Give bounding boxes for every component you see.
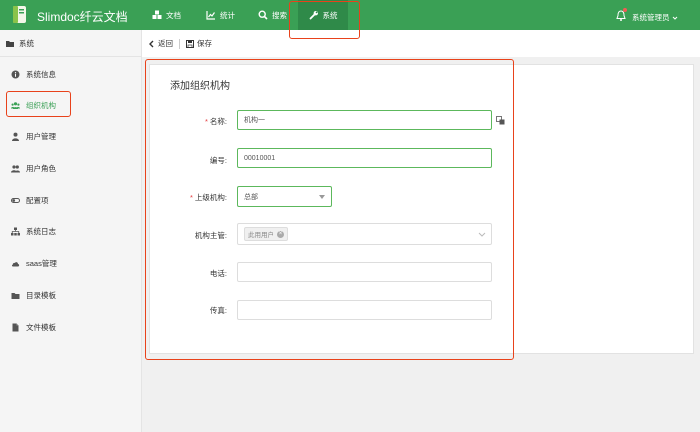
brand-name[interactable]: Slimdoc纤云文档 <box>37 8 128 25</box>
info-circle-icon <box>11 70 20 78</box>
user-icon <box>12 132 19 141</box>
chevron-down-icon <box>478 232 486 237</box>
nav-search-label: 搜索 <box>272 10 287 20</box>
sidebar-item-label: 配置项 <box>26 195 49 205</box>
sidebar-item-label: 用户管理 <box>26 131 56 141</box>
fax-label: 传真: <box>209 306 227 315</box>
parent-label: * 上级机构: <box>189 193 227 202</box>
user-menu[interactable]: 系统管理员 <box>632 12 678 23</box>
wrench-icon <box>309 11 318 20</box>
sidebar-item-system-log[interactable]: 系统日志 <box>11 224 56 238</box>
folder-icon <box>6 40 14 47</box>
nav-search[interactable]: 搜索 <box>258 0 287 30</box>
parent-org-select[interactable]: 总部 <box>237 186 332 207</box>
required-mark: * <box>204 117 208 126</box>
back-label: 返回 <box>158 39 173 48</box>
sidebar-item-config[interactable]: 配置项 <box>11 193 49 207</box>
toolbar-divider <box>179 38 180 49</box>
nav-system-label: 系统 <box>322 10 338 20</box>
sitemap-icon <box>11 227 20 235</box>
chevron-down-icon <box>672 16 677 20</box>
code-field[interactable]: 00010001 <box>237 148 492 168</box>
toggle-icon <box>11 197 20 203</box>
top-navbar: Slimdoc纤云文档 文档 统计 搜索 系统 系统管理员 <box>0 0 700 30</box>
code-label: 编号: <box>209 156 227 165</box>
sidebar-item-label: 用户角色 <box>26 163 56 173</box>
sidebar-item-system-info[interactable]: 系统信息 <box>11 67 56 81</box>
sidebar-item-saas[interactable]: saas管理 <box>11 256 57 270</box>
phone-field[interactable] <box>237 262 492 282</box>
back-button[interactable]: 返回 <box>148 38 173 49</box>
manager-select[interactable]: 此用用户 × <box>237 223 492 245</box>
name-label: * 名称: <box>204 117 227 126</box>
save-label: 保存 <box>197 39 212 48</box>
file-icon <box>12 323 19 331</box>
save-button[interactable]: 保存 <box>186 38 212 49</box>
sidebar-item-user-roles[interactable]: 用户角色 <box>11 161 56 175</box>
toolbar: 返回 保存 <box>142 30 700 57</box>
selected-user-tag: 此用用户 × <box>244 227 288 241</box>
sidebar-item-file-template[interactable]: 文件模板 <box>11 320 56 334</box>
form-title: 添加组织机构 <box>170 81 230 92</box>
manager-label: 机构主管: <box>194 231 227 240</box>
users-icon <box>11 101 20 109</box>
sidebar-item-label: 系统日志 <box>26 226 56 236</box>
user-name: 系统管理员 <box>632 13 670 22</box>
logo-icon <box>13 6 26 23</box>
sidebar-item-label: 系统信息 <box>26 69 56 79</box>
sidebar-item-label: saas管理 <box>26 258 57 268</box>
nav-docs[interactable]: 文档 <box>152 0 181 30</box>
folder-icon <box>11 292 20 299</box>
sidebar-item-user-management[interactable]: 用户管理 <box>11 129 56 143</box>
chart-line-icon <box>206 11 215 20</box>
sidebar-item-label: 目录模板 <box>26 290 56 300</box>
sidebar-title: 系统 <box>19 38 34 48</box>
sidebar-item-label: 组织机构 <box>26 100 56 110</box>
save-icon <box>186 39 194 48</box>
name-field[interactable]: 机构一 <box>237 110 492 130</box>
nav-stats[interactable]: 统计 <box>206 0 235 30</box>
notification-dot <box>623 8 627 12</box>
nav-stats-label: 统计 <box>220 10 235 20</box>
phone-label: 电话: <box>209 269 227 278</box>
nav-system[interactable]: 系统 <box>298 0 348 30</box>
cloud-icon <box>11 261 20 266</box>
sidebar-item-directory-template[interactable]: 目录模板 <box>11 288 56 302</box>
nav-docs-label: 文档 <box>166 10 181 20</box>
cubes-icon <box>152 10 162 19</box>
sidebar-item-organization[interactable]: 组织机构 <box>11 98 56 112</box>
sidebar: 系统 系统信息 组织机构 用户管理 用户角色 配置项 系统日志 saas管理 目… <box>0 30 142 432</box>
user-group-icon <box>11 164 20 172</box>
sidebar-item-label: 文件模板 <box>26 322 56 332</box>
search-icon <box>258 10 268 20</box>
fax-field[interactable] <box>237 300 492 320</box>
required-mark: * <box>189 193 193 202</box>
translate-icon[interactable] <box>496 116 505 125</box>
remove-tag-icon[interactable]: × <box>277 230 284 238</box>
sidebar-header: 系统 <box>0 30 142 57</box>
chevron-left-icon <box>149 40 154 47</box>
caret-down-icon <box>319 195 325 199</box>
